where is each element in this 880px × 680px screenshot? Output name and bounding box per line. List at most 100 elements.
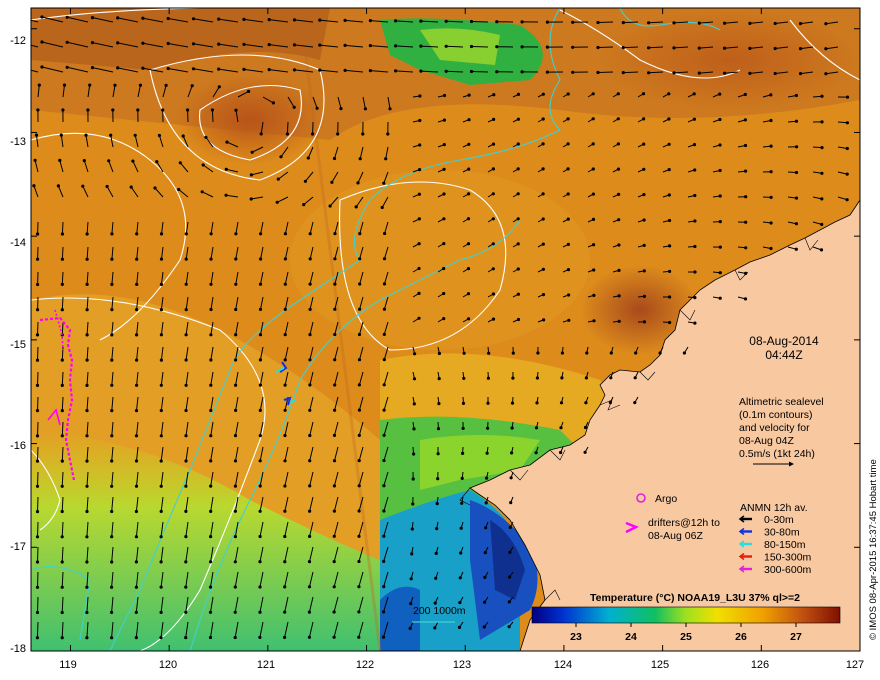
- velocity-arrow: [61, 246, 64, 260]
- velocity-arrow-head: [773, 46, 777, 51]
- velocity-arrow-head: [437, 402, 441, 406]
- velocity-arrow-head: [258, 560, 262, 564]
- velocity-arrow-head: [509, 501, 513, 505]
- velocity-arrow-head: [616, 117, 620, 121]
- velocity-arrow-head: [339, 107, 343, 111]
- velocity-arrow-head: [484, 526, 488, 530]
- lat-label: -18: [10, 643, 26, 655]
- velocity-arrow-head: [332, 560, 336, 564]
- velocity-arrow-head: [560, 376, 564, 380]
- velocity-arrow-head: [748, 71, 752, 75]
- velocity-arrow-head: [491, 192, 495, 196]
- velocity-arrow-head: [35, 409, 40, 413]
- velocity-arrow-head: [412, 452, 416, 456]
- velocity-arrow-head: [559, 426, 563, 430]
- velocity-arrow-head: [824, 72, 828, 76]
- velocity-arrow-head: [386, 132, 390, 136]
- altimetry-line: and velocity for: [739, 422, 810, 434]
- velocity-arrow-head: [85, 459, 89, 463]
- velocity-arrow-head: [134, 509, 138, 514]
- velocity-arrow-head: [65, 40, 69, 44]
- velocity-arrow: [61, 321, 64, 335]
- velocity-arrow-head: [184, 282, 188, 286]
- velocity-arrow-head: [584, 376, 589, 380]
- velocity-arrow-head: [658, 351, 662, 355]
- velocity-arrow-head: [184, 509, 188, 513]
- velocity-arrow-head: [541, 293, 546, 297]
- velocity-arrow-head: [845, 172, 849, 176]
- velocity-arrow-head: [333, 307, 337, 311]
- velocity-arrow-head: [723, 46, 727, 50]
- velocity-arrow-head: [60, 459, 64, 463]
- velocity-arrow-head: [384, 157, 388, 161]
- velocity-arrow-head: [467, 167, 471, 171]
- velocity-arrow-head: [283, 358, 287, 362]
- velocity-arrow: [597, 21, 614, 23]
- velocity-arrow-head: [492, 93, 496, 97]
- velocity-arrow-head: [484, 501, 488, 505]
- velocity-arrow-head: [380, 205, 384, 210]
- velocity-arrow-head: [283, 635, 287, 640]
- velocity-arrow-head: [343, 68, 347, 72]
- velocity-arrow-head: [36, 232, 40, 236]
- velocity-arrow-head: [621, 71, 625, 75]
- velocity-arrow-head: [520, 20, 524, 24]
- velocity-arrow: [61, 221, 64, 235]
- velocity-arrow-head: [159, 282, 163, 286]
- colorbar-tick-label: 24: [625, 631, 637, 643]
- velocity-arrow-head: [267, 18, 271, 22]
- velocity-arrow-head: [81, 184, 85, 188]
- velocity-arrow-head: [258, 434, 262, 438]
- velocity-arrow-head: [65, 15, 69, 19]
- velocity-arrow-head: [743, 118, 748, 122]
- lat-label: -12: [10, 35, 26, 47]
- velocity-arrow-head: [134, 409, 139, 413]
- isobath-label: 200 1000m: [413, 605, 466, 617]
- velocity-arrow-head: [466, 217, 471, 221]
- lon-label: 126: [751, 659, 769, 671]
- velocity-arrow-head: [332, 610, 336, 614]
- velocity-arrow-head: [234, 257, 238, 261]
- velocity-arrow-head: [418, 118, 422, 123]
- velocity-arrow-head: [417, 266, 421, 271]
- velocity-arrow-head: [129, 185, 133, 189]
- velocity-arrow-head: [258, 408, 262, 412]
- velocity-arrow-head: [434, 576, 438, 580]
- velocity-arrow-head: [410, 527, 414, 531]
- velocity-arrow-head: [141, 41, 145, 45]
- velocity-arrow-head: [35, 636, 40, 640]
- velocity-arrow-head: [109, 133, 113, 137]
- velocity-arrow-head: [382, 458, 386, 463]
- velocity-arrow-head: [283, 534, 287, 539]
- velocity-arrow-head: [647, 46, 651, 50]
- velocity-arrow-head: [693, 321, 697, 325]
- velocity-arrow-head: [209, 333, 213, 337]
- velocity-arrow-head: [85, 585, 89, 589]
- velocity-arrow-head: [35, 333, 40, 337]
- velocity-arrow-head: [356, 181, 360, 185]
- velocity-arrow-head: [381, 635, 386, 639]
- velocity-arrow-head: [208, 585, 213, 589]
- velocity-arrow-head: [382, 257, 387, 261]
- velocity-arrow-head: [798, 22, 803, 26]
- velocity-arrow-head: [459, 526, 463, 530]
- velocity-arrow-head: [110, 434, 114, 438]
- velocity-arrow-head: [467, 93, 471, 97]
- velocity-arrow: [37, 471, 39, 487]
- velocity-arrow-head: [60, 560, 64, 564]
- velocity-arrow-head: [820, 222, 824, 226]
- velocity-arrow-head: [110, 560, 114, 564]
- velocity-arrow-head: [541, 92, 545, 96]
- velocity-arrow-head: [60, 383, 64, 387]
- velocity-arrow-head: [769, 144, 773, 148]
- velocity-arrow-head: [495, 70, 499, 74]
- velocity-arrow-head: [333, 383, 337, 387]
- velocity-arrow-head: [110, 585, 114, 589]
- velocity-arrow-head: [461, 426, 465, 430]
- velocity-arrow-head: [748, 21, 752, 25]
- velocity-arrow-head: [249, 173, 253, 177]
- velocity-arrow-head: [60, 257, 64, 261]
- velocity-arrow-head: [159, 585, 163, 589]
- velocity-arrow-head: [541, 217, 545, 221]
- credit-text: © IMOS 08-Apr-2015 16:37:45 Hobart time: [868, 459, 879, 640]
